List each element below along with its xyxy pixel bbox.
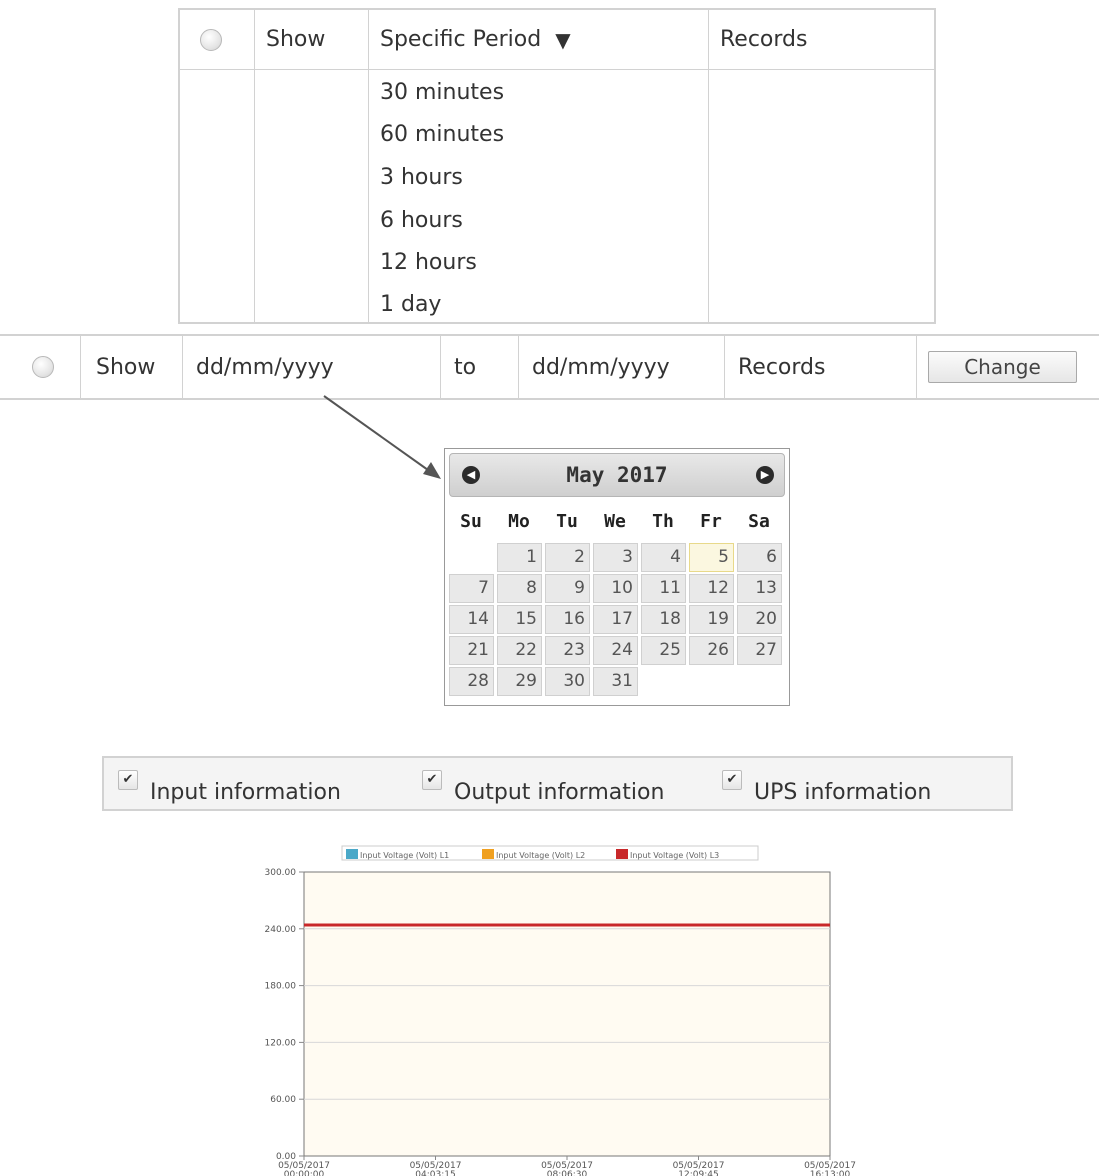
calendar-day-2[interactable]: 2 [545, 543, 590, 572]
plot-area [303, 871, 831, 1157]
y-tick-label: 240.00 [265, 925, 297, 935]
calendar-day-21[interactable]: 21 [449, 636, 494, 665]
calendar-day-29[interactable]: 29 [497, 667, 542, 696]
calendar-day-8[interactable]: 8 [497, 574, 542, 603]
ups-information-label: UPS information [754, 780, 932, 805]
calendar-day-16[interactable]: 16 [545, 605, 590, 634]
x-axis: 05/05/201700:00:0005/05/201704:03:1505/0… [278, 1156, 856, 1176]
datepicker-calendar: ◀ May 2017 ▶ Su Mo Tu We Th Fr Sa 1 2 3 4 5 6 7 8 9 10 1… [444, 448, 790, 706]
calendar-day-5[interactable]: 5 [689, 543, 734, 572]
calendar-day-19[interactable]: 19 [689, 605, 734, 634]
legend-label: Input Voltage (Volt) L1 [360, 851, 449, 860]
ups-information-checkbox[interactable]: ✔ [722, 770, 742, 790]
info-filter-bar: ✔ Input information ✔ Output information… [102, 756, 1013, 811]
weekday-we: We [604, 511, 626, 532]
legend-label: Input Voltage (Volt) L3 [630, 851, 719, 860]
calendar-day-3[interactable]: 3 [593, 543, 638, 572]
calendar-header: ◀ May 2017 ▶ [449, 453, 785, 497]
y-tick-label: 60.00 [270, 1095, 296, 1105]
calendar-day-14[interactable]: 14 [449, 605, 494, 634]
calendar-day-9[interactable]: 9 [545, 574, 590, 603]
chart-legend: Input Voltage (Volt) L1 Input Voltage (Vo… [341, 845, 759, 861]
next-month-icon[interactable]: ▶ [756, 466, 774, 484]
calendar-day-18[interactable]: 18 [641, 605, 686, 634]
weekday-tu: Tu [556, 511, 578, 532]
calendar-day-27[interactable]: 27 [737, 636, 782, 665]
y-axis: 300.00240.00180.00120.0060.000.00 [265, 868, 304, 1162]
calendar-day-22[interactable]: 22 [497, 636, 542, 665]
weekday-mo: Mo [508, 511, 530, 532]
y-tick-label: 300.00 [265, 868, 297, 878]
weekday-fr: Fr [700, 511, 722, 532]
calendar-day-11[interactable]: 11 [641, 574, 686, 603]
calendar-day-10[interactable]: 10 [593, 574, 638, 603]
weekday-th: Th [652, 511, 674, 532]
output-information-checkbox[interactable]: ✔ [422, 770, 442, 790]
legend-swatch [346, 849, 358, 859]
calendar-day-28[interactable]: 28 [449, 667, 494, 696]
x-tick-label-time: 04:03:15 [415, 1170, 455, 1176]
input-information-checkbox[interactable]: ✔ [118, 770, 138, 790]
weekday-sa: Sa [748, 511, 770, 532]
calendar-day-26[interactable]: 26 [689, 636, 734, 665]
x-tick-label-time: 08:06:30 [547, 1170, 588, 1176]
calendar-day-24[interactable]: 24 [593, 636, 638, 665]
calendar-day-17[interactable]: 17 [593, 605, 638, 634]
calendar-day-6[interactable]: 6 [737, 543, 782, 572]
calendar-day-20[interactable]: 20 [737, 605, 782, 634]
calendar-day-7[interactable]: 7 [449, 574, 494, 603]
legend-swatch [482, 849, 494, 859]
calendar-day-4[interactable]: 4 [641, 543, 686, 572]
calendar-day-31[interactable]: 31 [593, 667, 638, 696]
calendar-day-23[interactable]: 23 [545, 636, 590, 665]
x-tick-label-time: 00:00:00 [284, 1170, 325, 1176]
calendar-month-title: May 2017 [566, 463, 668, 487]
legend-swatch [616, 849, 628, 859]
voltage-chart: Input Voltage (Volt) L1 Input Voltage (Vo… [265, 845, 856, 1176]
calendar-day-13[interactable]: 13 [737, 574, 782, 603]
y-tick-label: 180.00 [265, 982, 297, 992]
weekday-su: Su [460, 511, 482, 532]
calendar-day-25[interactable]: 25 [641, 636, 686, 665]
calendar-day-30[interactable]: 30 [545, 667, 590, 696]
calendar-day-12[interactable]: 12 [689, 574, 734, 603]
x-tick-label-time: 16:13:00 [810, 1170, 851, 1176]
y-tick-label: 120.00 [265, 1038, 297, 1048]
calendar-day-15[interactable]: 15 [497, 605, 542, 634]
calendar-day-1[interactable]: 1 [497, 543, 542, 572]
input-information-label: Input information [150, 780, 341, 805]
x-tick-label-time: 12:09:45 [678, 1170, 718, 1176]
legend-label: Input Voltage (Volt) L2 [496, 851, 585, 860]
output-information-label: Output information [454, 780, 665, 805]
